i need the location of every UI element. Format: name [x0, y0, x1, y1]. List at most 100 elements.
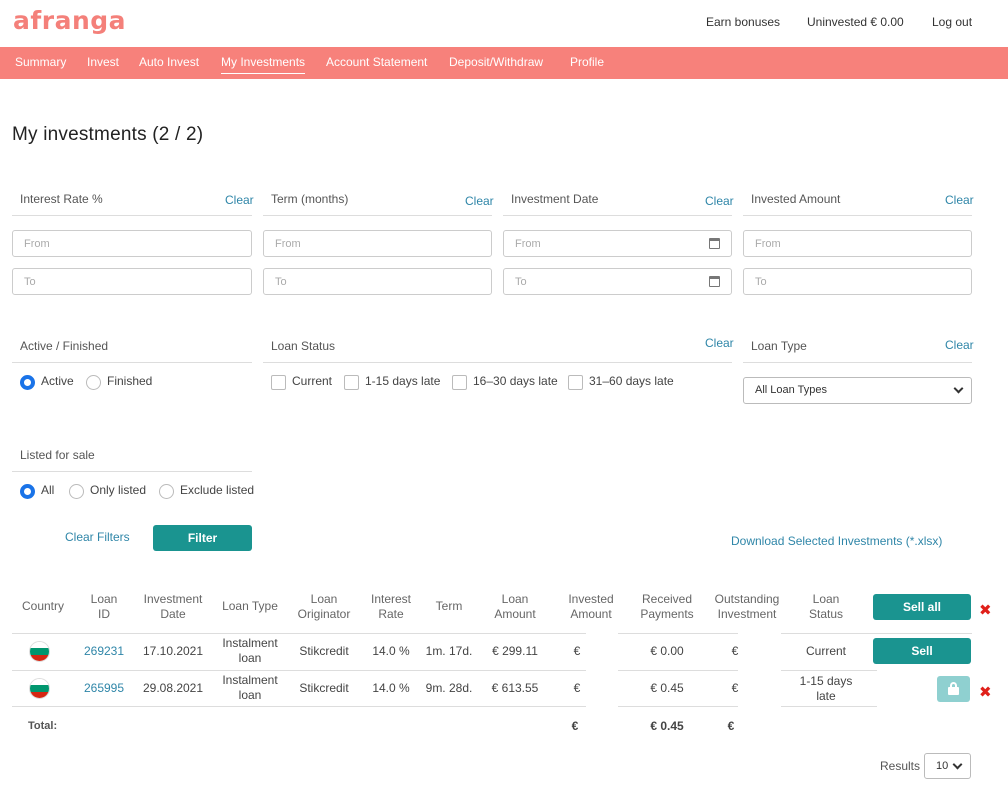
term-clear[interactable]: Clear	[465, 194, 494, 208]
close-icon[interactable]: ✖	[979, 601, 992, 619]
th-received-payments: Received Payments	[640, 592, 694, 621]
filter-button[interactable]: Filter	[153, 525, 252, 551]
cell-loan-type: Instalment loan	[222, 673, 278, 702]
th-loan-id: Loan ID	[90, 592, 118, 621]
cell-loan-type: Instalment loan	[222, 636, 278, 665]
invested-amount-from-input[interactable]	[743, 230, 972, 257]
investment-date-from-input[interactable]	[503, 230, 732, 257]
nav-account-statement[interactable]: Account Statement	[326, 55, 427, 69]
th-interest-rate: Interest Rate	[370, 592, 412, 621]
divider	[743, 362, 972, 363]
term-from-input[interactable]	[263, 230, 492, 257]
total-received: € 0.45	[650, 719, 684, 733]
logo[interactable]: afranga	[13, 6, 126, 35]
loan-type-clear[interactable]: Clear	[945, 338, 974, 352]
results-per-page-select[interactable]: 10	[924, 753, 971, 779]
nav-profile[interactable]: Profile	[570, 55, 604, 69]
loan-type-select-value: All Loan Types	[755, 384, 827, 396]
th-invested-amount: Invested Amount	[568, 592, 614, 621]
top-bar: afranga Earn bonuses Uninvested € 0.00 L…	[0, 0, 1008, 47]
clear-filters-link[interactable]: Clear Filters	[65, 530, 130, 544]
th-loan-type: Loan Type	[222, 599, 278, 613]
total-label: Total:	[28, 720, 58, 732]
loan-status-label: Loan Status	[271, 339, 336, 353]
th-term: Term	[435, 599, 463, 613]
divider	[618, 706, 738, 707]
close-icon[interactable]: ✖	[979, 683, 992, 701]
uninvested-balance[interactable]: Uninvested € 0.00	[807, 15, 904, 29]
th-loan-originator: Loan Originator	[297, 592, 351, 621]
cell-loan-amount: € 299.11	[492, 644, 538, 658]
term-label: Term (months)	[271, 192, 349, 206]
term-to-input[interactable]	[263, 268, 492, 295]
nav-summary[interactable]: Summary	[15, 55, 66, 69]
loan-id-link[interactable]: 265995	[80, 681, 128, 696]
checkbox-31-60-late[interactable]	[568, 375, 583, 390]
page-title: My investments (2 / 2)	[12, 124, 204, 145]
interest-rate-to-input[interactable]	[12, 268, 252, 295]
total-invested: €	[571, 719, 579, 733]
checkbox-current[interactable]	[271, 375, 286, 390]
interest-rate-from-input[interactable]	[12, 230, 252, 257]
radio-active[interactable]	[20, 375, 35, 390]
calendar-icon[interactable]	[709, 276, 720, 287]
divider	[12, 362, 252, 363]
cell-originator: Stikcredit	[299, 681, 349, 695]
radio-exclude-listed[interactable]	[159, 484, 174, 499]
nav-auto-invest[interactable]: Auto Invest	[139, 55, 199, 69]
divider	[743, 215, 972, 216]
cell-date: 29.08.2021	[142, 681, 204, 695]
flag-bulgaria-icon	[29, 678, 50, 699]
radio-all[interactable]	[20, 484, 35, 499]
calendar-icon[interactable]	[709, 238, 720, 249]
checkbox-16-30-late[interactable]	[452, 375, 467, 390]
checkbox-1-15-late[interactable]	[344, 375, 359, 390]
interest-rate-label: Interest Rate %	[20, 192, 103, 206]
loan-id-link[interactable]: 269231	[80, 644, 128, 659]
divider	[263, 362, 732, 363]
invested-amount-to-input[interactable]	[743, 268, 972, 295]
radio-only-listed-label: Only listed	[90, 483, 147, 497]
total-outstanding: €	[727, 719, 735, 733]
loan-type-select[interactable]: All Loan Types	[743, 377, 972, 404]
loan-status-clear[interactable]: Clear	[705, 336, 734, 350]
divider	[12, 670, 586, 671]
invested-amount-clear[interactable]: Clear	[945, 193, 974, 207]
nav-deposit-withdraw[interactable]: Deposit/Withdraw	[449, 55, 543, 69]
main-nav: Summary Invest Auto Invest My Investment…	[0, 47, 1008, 79]
download-xlsx-link[interactable]: Download Selected Investments (*.xlsx)	[731, 534, 942, 548]
divider	[781, 670, 877, 671]
cell-outstanding: €	[731, 644, 739, 658]
th-investment-date: Investment Date	[143, 592, 203, 621]
th-outstanding-investment: Outstanding Investment	[714, 592, 780, 621]
sell-all-button[interactable]: Sell all	[873, 594, 971, 620]
cell-loan-amount: € 613.55	[491, 681, 539, 695]
logout-link[interactable]: Log out	[932, 15, 972, 29]
nav-invest[interactable]: Invest	[87, 55, 119, 69]
lock-icon-body	[948, 687, 959, 695]
investment-date-label: Investment Date	[511, 192, 599, 206]
listed-lock-button[interactable]	[937, 676, 970, 702]
chevron-down-icon	[953, 383, 964, 394]
checkbox-31-60-late-label: 31–60 days late	[589, 374, 674, 388]
cell-received: € 0.00	[650, 644, 684, 658]
sell-button[interactable]: Sell	[873, 638, 971, 664]
checkbox-current-label: Current	[292, 374, 333, 388]
interest-rate-clear[interactable]: Clear	[225, 193, 254, 207]
cell-invested: €	[573, 681, 581, 695]
radio-only-listed[interactable]	[69, 484, 84, 499]
earn-bonuses-link[interactable]: Earn bonuses	[706, 15, 780, 29]
divider	[263, 215, 492, 216]
nav-my-investments[interactable]: My Investments	[221, 55, 306, 74]
flag-bulgaria-icon	[29, 641, 50, 662]
divider	[12, 471, 252, 472]
investment-date-to-input[interactable]	[503, 268, 732, 295]
th-loan-status: Loan Status	[808, 592, 844, 621]
th-loan-amount: Loan Amount	[494, 592, 536, 621]
listed-for-sale-label: Listed for sale	[20, 448, 95, 462]
cell-invested: €	[573, 644, 581, 658]
radio-finished[interactable]	[86, 375, 101, 390]
investment-date-clear[interactable]: Clear	[705, 194, 734, 208]
divider	[12, 633, 586, 634]
divider	[618, 670, 738, 671]
